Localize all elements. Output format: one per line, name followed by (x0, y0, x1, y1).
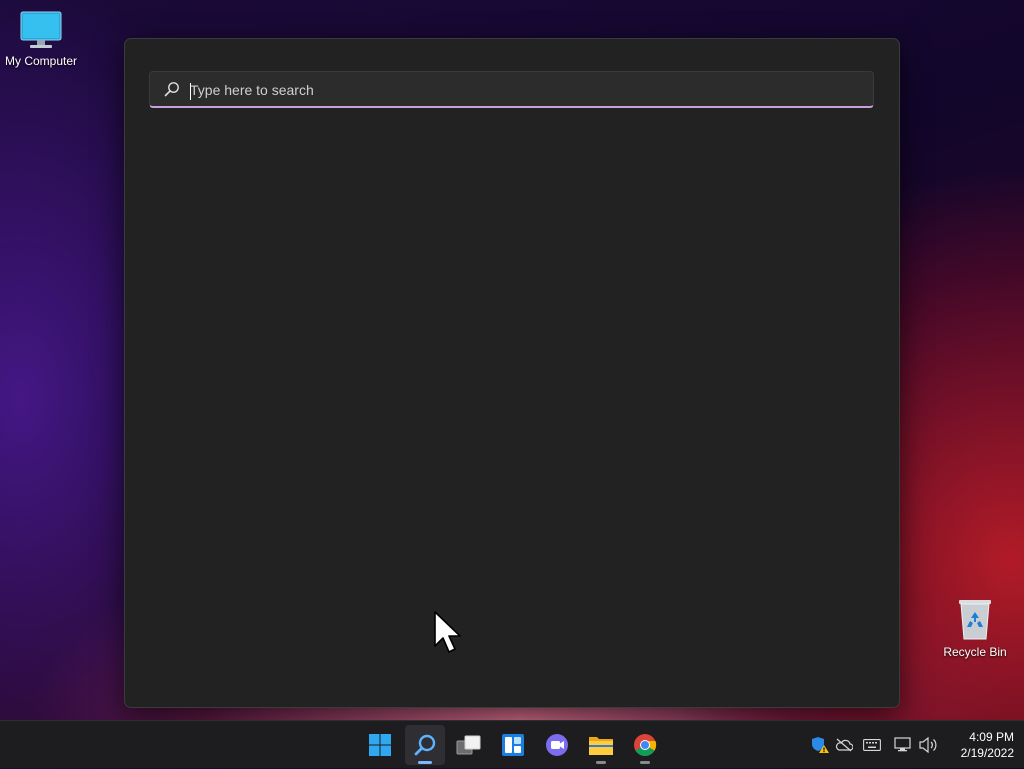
tray-keyboard-button[interactable] (860, 721, 884, 769)
taskbar: 4:09 PM 2/19/2022 (0, 720, 1024, 768)
file-explorer-button[interactable] (581, 725, 621, 765)
volume-icon (919, 737, 937, 753)
chrome-icon (634, 734, 657, 756)
chrome-button[interactable] (625, 725, 665, 765)
taskbar-search-button[interactable] (405, 725, 445, 765)
network-icon (894, 737, 911, 752)
task-view-button[interactable] (449, 725, 489, 765)
active-indicator (418, 761, 432, 764)
search-panel (124, 38, 900, 708)
start-button[interactable] (360, 725, 400, 765)
chat-button[interactable] (537, 725, 577, 765)
keyboard-icon (863, 739, 881, 751)
windows-start-icon (369, 734, 391, 756)
widgets-button[interactable] (493, 725, 533, 765)
tray-network-button[interactable] (892, 721, 914, 769)
running-indicator (640, 761, 650, 764)
clock-date: 2/19/2022 (960, 746, 1014, 760)
widgets-icon (502, 734, 524, 756)
search-icon (164, 82, 179, 97)
security-warning-icon (812, 737, 829, 753)
running-indicator (596, 761, 606, 764)
mouse-cursor-icon (434, 611, 461, 653)
desktop-icon-label: My Computer (4, 54, 78, 68)
search-icon (414, 734, 436, 756)
desktop-icon-label: Recycle Bin (943, 645, 1007, 659)
tray-volume-button[interactable] (916, 721, 940, 769)
monitor-icon (20, 11, 62, 48)
search-box[interactable] (149, 71, 874, 108)
clock-time: 4:09 PM (969, 730, 1014, 744)
desktop-icon-recycle-bin[interactable]: Recycle Bin (934, 597, 1016, 659)
folder-icon (589, 737, 613, 755)
desktop-icon-my-computer[interactable]: My Computer (0, 10, 82, 68)
tray-security-button[interactable] (809, 721, 831, 769)
system-clock[interactable]: 4:09 PM 2/19/2022 (944, 729, 1014, 761)
recycle-bin-icon (959, 600, 991, 640)
text-caret (190, 83, 191, 100)
search-input[interactable] (190, 77, 850, 103)
chat-icon (546, 734, 568, 756)
task-view-icon (456, 735, 481, 755)
tray-onedrive-button[interactable] (833, 721, 855, 769)
onedrive-offline-icon (835, 738, 853, 752)
